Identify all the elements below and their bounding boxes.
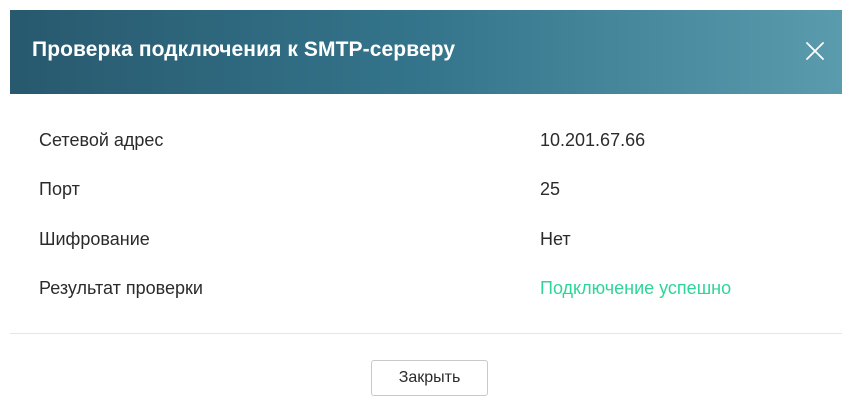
port-row: Порт 25 bbox=[39, 179, 819, 205]
encryption-value: Нет bbox=[540, 229, 571, 249]
network-address-row: Сетевой адрес 10.201.67.66 bbox=[39, 130, 819, 156]
footer-divider bbox=[10, 333, 842, 334]
check-result-row: Результат проверки Подключение успешно bbox=[39, 278, 819, 304]
close-button[interactable]: Закрыть bbox=[371, 360, 488, 396]
encryption-label: Шифрование bbox=[39, 229, 150, 249]
check-result-label: Результат проверки bbox=[39, 278, 203, 298]
close-icon[interactable] bbox=[802, 38, 828, 64]
dialog-header: Проверка подключения к SMTP-серверу bbox=[10, 10, 842, 94]
network-address-label: Сетевой адрес bbox=[39, 130, 164, 150]
port-label: Порт bbox=[39, 179, 80, 199]
network-address-value: 10.201.67.66 bbox=[540, 130, 646, 150]
smtp-check-dialog: Проверка подключения к SMTP-серверу Сете… bbox=[10, 10, 842, 414]
check-result-status: Подключение успешно bbox=[540, 278, 732, 298]
encryption-row: Шифрование Нет bbox=[39, 229, 819, 255]
port-value: 25 bbox=[540, 179, 561, 199]
dialog-title: Проверка подключения к SMTP-серверу bbox=[32, 38, 456, 61]
